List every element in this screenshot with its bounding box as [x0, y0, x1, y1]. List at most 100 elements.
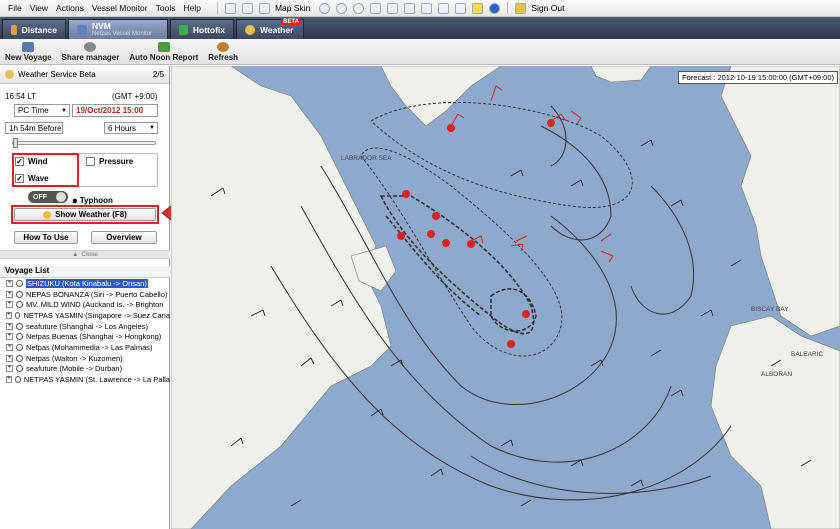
- voyage-item[interactable]: + SHIZUKU (Kota Kinabalu -> Onsan): [0, 278, 170, 289]
- voyage-item-label: NETPAS YASMIN (St. Lawrence -> La Palla: [23, 375, 170, 385]
- ruler-icon[interactable]: [421, 2, 433, 14]
- expand-icon[interactable]: [387, 2, 399, 14]
- menu-bar: File View Actions Vessel Monitor Tools H…: [0, 0, 840, 17]
- voyage-item-label: seafuture (Shanghai -> Los Angeles): [26, 321, 148, 331]
- ship-icon: [16, 322, 23, 330]
- map-toolbar: Map Skin Sign Out: [213, 2, 571, 14]
- map-skin-icon[interactable]: [258, 2, 270, 14]
- new-voyage-button[interactable]: New Voyage: [0, 39, 57, 64]
- voyage-item-label: MV. MILD WIND (Auckand Is. -> Brighton: [26, 300, 164, 310]
- port-icon[interactable]: [455, 2, 467, 14]
- ship-icon: [16, 343, 23, 351]
- ship-icon: [16, 301, 23, 309]
- weather-map[interactable]: LABRADOR SEA BISCAY BAY BALEARIC ALBORAN…: [171, 66, 840, 529]
- close-bar[interactable]: ▲ Close: [0, 250, 170, 259]
- voyage-item[interactable]: + NETPAS YASMIN (St. Lawrence -> La Palla: [0, 374, 170, 385]
- expand-icon[interactable]: +: [6, 354, 13, 362]
- voyage-item-label: Netpas Buenas (Shanghai -> Hongkong): [26, 332, 162, 342]
- label-balearic: BALEARIC: [791, 351, 823, 358]
- zoom-out-icon[interactable]: [336, 2, 348, 14]
- voyage-item-label: Netpas (Walton -> Kuzomen): [26, 353, 123, 363]
- label-labrador-sea: LABRADOR SEA: [341, 155, 392, 162]
- close-route-icon[interactable]: [370, 2, 382, 14]
- layers-icon[interactable]: [404, 2, 416, 14]
- voyage-item[interactable]: + seafuture (Shanghai -> Los Angeles): [0, 321, 170, 332]
- expand-icon[interactable]: +: [6, 301, 13, 309]
- ship-icon: [14, 311, 21, 319]
- voyage-item[interactable]: + NEPAS BONANZA (Siri -> Puerto Cabello): [0, 289, 170, 300]
- weather-panel-header: Weather Service Beta 2/5: [0, 66, 169, 84]
- time-before-field: 1h 54m Before: [5, 122, 63, 134]
- expand-icon[interactable]: +: [6, 376, 12, 384]
- zoom-in-icon[interactable]: [319, 2, 331, 14]
- highlight-wind-wave: [12, 153, 79, 187]
- how-to-use-button[interactable]: How To Use: [14, 231, 78, 244]
- divider: [507, 2, 509, 14]
- menu-file[interactable]: File: [8, 3, 22, 13]
- ship-icon: [16, 354, 23, 362]
- voyage-item[interactable]: + seafuture (Mobile -> Durban): [0, 364, 170, 375]
- typhoon-toggle[interactable]: OFF: [28, 191, 68, 203]
- highlight-show-weather: [11, 205, 159, 224]
- time-mode-select[interactable]: PC Time ▼: [14, 104, 70, 117]
- weather-icon[interactable]: [472, 2, 484, 14]
- ship-icon: [14, 376, 21, 384]
- menu-vessel-monitor[interactable]: Vessel Monitor: [92, 3, 148, 13]
- tab-hottofix[interactable]: Hottofix: [170, 19, 234, 39]
- tab-distance[interactable]: Distance: [2, 19, 66, 39]
- expand-icon[interactable]: +: [6, 333, 13, 341]
- ship-icon: [16, 279, 23, 287]
- main-toolbar: New Voyage Share manager Auto Noon Repor…: [0, 39, 840, 65]
- weather-tab-icon: [245, 24, 255, 35]
- voyage-item[interactable]: + NETPAS YASMIN (Singapore -> Suez Cana: [0, 310, 170, 321]
- map-canvas[interactable]: LABRADOR SEA BISCAY BAY BALEARIC ALBORAN: [171, 66, 840, 529]
- auto-noon-report-button[interactable]: Auto Noon Report: [124, 39, 203, 64]
- refresh-button[interactable]: Refresh: [203, 39, 243, 64]
- expand-icon[interactable]: +: [6, 290, 13, 298]
- chevron-down-icon: ▼: [61, 107, 67, 114]
- help-icon[interactable]: [489, 2, 501, 14]
- map-skin-button[interactable]: Map Skin: [275, 3, 310, 13]
- menu-actions[interactable]: Actions: [56, 3, 84, 13]
- voyage-item-label: NETPAS YASMIN (Singapore -> Suez Cana: [23, 310, 170, 320]
- time-slider[interactable]: [12, 141, 156, 145]
- time-slider-handle[interactable]: [13, 138, 18, 148]
- expand-icon[interactable]: +: [6, 322, 13, 330]
- expand-icon[interactable]: +: [6, 343, 13, 351]
- expand-icon[interactable]: +: [6, 365, 13, 373]
- date-field[interactable]: 19/Oct/2012 15:00: [72, 104, 158, 117]
- tab-nvm-sublabel: Netpas Vessel Monitor: [92, 30, 153, 37]
- overview-button[interactable]: Overview: [91, 231, 157, 244]
- expand-icon[interactable]: +: [6, 311, 12, 319]
- voyage-list: Voyage List + SHIZUKU (Kota Kinabalu -> O…: [0, 266, 170, 385]
- report-icon: [157, 41, 170, 52]
- voyage-item[interactable]: + Netpas (Mohammedia -> Las Palmas): [0, 342, 170, 353]
- sign-out-button[interactable]: Sign Out: [531, 3, 564, 13]
- interval-select[interactable]: 6 Hours ▼: [104, 122, 158, 134]
- label-biscay-bay: BISCAY BAY: [751, 306, 789, 313]
- tab-weather[interactable]: Weather BETA: [236, 19, 304, 39]
- voyage-item-label: NEPAS BONANZA (Siri -> Puerto Cabello): [26, 289, 168, 299]
- expand-icon[interactable]: +: [6, 279, 13, 287]
- ship-icon[interactable]: [438, 2, 450, 14]
- forecast-label: Forecast : 2012-10-19 15:00:00 (GMT+09:0…: [678, 71, 838, 84]
- tab-nvm[interactable]: NVM Netpas Vessel Monitor: [68, 19, 168, 39]
- print-icon[interactable]: [241, 2, 253, 14]
- menu-view[interactable]: View: [30, 3, 48, 13]
- menu-tools[interactable]: Tools: [156, 3, 176, 13]
- voyage-item[interactable]: + Netpas (Walton -> Kuzomen): [0, 353, 170, 364]
- voyage-item[interactable]: + MV. MILD WIND (Auckand Is. -> Brighton: [0, 299, 170, 310]
- menu-help[interactable]: Help: [183, 3, 200, 13]
- nvm-icon: [77, 24, 87, 35]
- collapse-icon: ▲: [71, 251, 79, 258]
- divider: [216, 2, 218, 14]
- panel-page: 2/5: [152, 70, 164, 79]
- voyage-item-label: SHIZUKU (Kota Kinabalu -> Onsan): [26, 278, 148, 288]
- zoom-fit-icon[interactable]: [353, 2, 365, 14]
- share-manager-button[interactable]: Share manager: [57, 39, 125, 64]
- voyage-item-label: Netpas (Mohammedia -> Las Palmas): [26, 342, 153, 352]
- voyage-list-title: Voyage List: [0, 266, 170, 278]
- document-icon[interactable]: [224, 2, 236, 14]
- refresh-icon: [217, 41, 230, 52]
- voyage-item[interactable]: + Netpas Buenas (Shanghai -> Hongkong): [0, 331, 170, 342]
